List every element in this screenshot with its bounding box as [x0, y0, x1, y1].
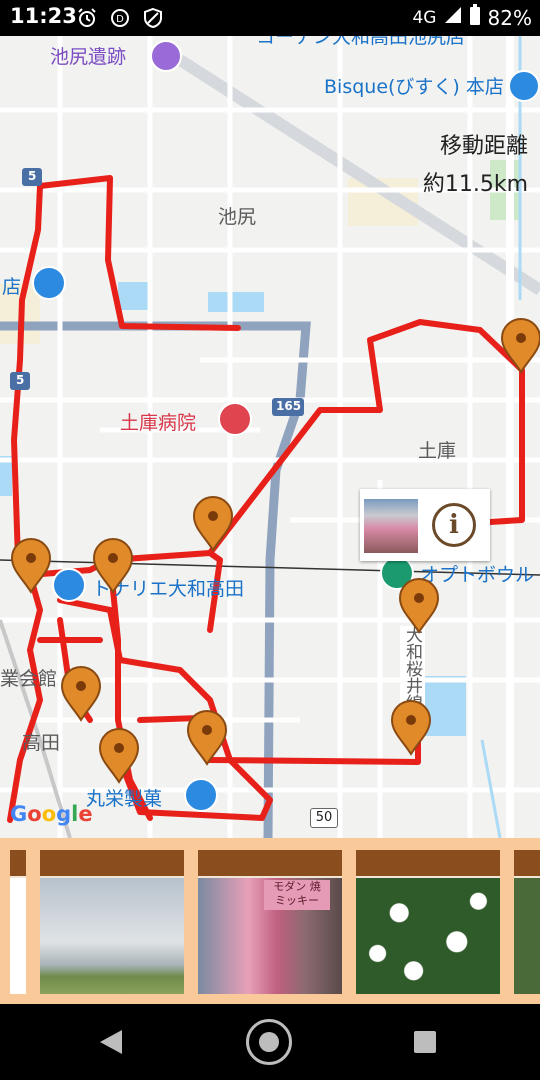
road-badge-5-mid: 5 [16, 373, 25, 387]
photo-marker[interactable] [60, 666, 102, 722]
photo-marker[interactable] [192, 496, 234, 552]
shop-icon [508, 70, 540, 102]
road-badge-5-top: 5 [28, 169, 37, 183]
poi-label-top-partial: コーナン大和高田池尻店 [256, 36, 466, 48]
info-icon[interactable]: i [432, 503, 476, 547]
google-logo: Google [10, 802, 93, 826]
sky-photo [40, 878, 184, 994]
back-icon[interactable] [100, 1030, 122, 1054]
place-label-ikejiri: 池尻 [218, 206, 257, 228]
distance-label: 移動距離 [439, 134, 528, 159]
photo-card-partial-left[interactable] [10, 850, 26, 994]
photo-card-flowers[interactable] [356, 850, 500, 994]
system-nav-bar [0, 1004, 540, 1080]
photo-marker[interactable] [98, 728, 140, 784]
photo-marker[interactable] [186, 710, 228, 766]
museum-icon [150, 40, 182, 72]
poi-label-bisque[interactable]: Bisque(びすく) 本店 [324, 72, 504, 99]
shop-photo: モダン 焼 ミッキー [198, 878, 342, 994]
photo-marker[interactable] [390, 700, 432, 756]
poi-label-ikejiri-iseki[interactable]: 池尻遺跡 [50, 42, 126, 69]
signal-icon [443, 5, 463, 30]
poi-label-kaikan[interactable]: 業会館 [0, 664, 57, 691]
photo-card-sky[interactable] [40, 850, 184, 994]
poi-label-tsuchiko-hospital[interactable]: 土庫病院 [120, 408, 196, 435]
data-saver-icon: D [109, 7, 131, 29]
distance-value: 約11.5km [422, 172, 528, 197]
road-badge-50: 50 [310, 808, 338, 828]
battery-icon [469, 4, 481, 31]
station-label-takada[interactable]: 高田 [22, 728, 60, 755]
home-icon[interactable] [246, 1019, 292, 1065]
status-time: 11:23 [10, 4, 77, 28]
status-right: 4G 82% [412, 4, 532, 31]
photo-card-partial-right[interactable] [514, 850, 540, 994]
photo-marker[interactable] [398, 578, 440, 634]
battery-level: 82% [487, 5, 532, 30]
marker-photo-thumbnail[interactable] [364, 499, 418, 553]
photo-marker[interactable] [500, 318, 540, 374]
svg-text:D: D [116, 14, 124, 25]
distance-panel: 移動距離 約11.5km [423, 128, 528, 204]
recent-apps-icon[interactable] [414, 1031, 436, 1053]
network-type: 4G [412, 7, 437, 28]
photo-marker[interactable] [10, 538, 52, 594]
shopping-bag-icon [32, 266, 66, 300]
road-badge-165: 165 [276, 399, 302, 413]
poi-label-maruei[interactable]: 丸栄製菓 [86, 784, 162, 811]
shopping-bag-icon [52, 568, 86, 602]
marker-info-window[interactable]: i [360, 489, 490, 561]
place-label-tsuchiko: 土庫 [418, 440, 457, 462]
alarm-icon [76, 7, 98, 29]
status-bar: 11:23 D 4G 82% [0, 0, 540, 36]
photo-strip[interactable]: モダン 焼 ミッキー [0, 838, 540, 1004]
flowers-photo [356, 878, 500, 994]
photo-card-shop[interactable]: モダン 焼 ミッキー [198, 850, 342, 994]
poi-label-store-partial[interactable]: 店 [2, 272, 21, 299]
shield-icon [142, 7, 164, 29]
status-icons: D [76, 7, 170, 29]
map-view[interactable]: 5 5 165 コーナン大和高田池尻店 池尻遺跡 Bisque(びすく) 本店 … [0, 36, 540, 838]
shop-sign: モダン 焼 ミッキー [264, 880, 330, 910]
shopping-bag-icon [184, 778, 218, 812]
line-label-sakurai: 大和桜井線 [400, 626, 425, 711]
photo-marker[interactable] [92, 538, 134, 594]
hospital-icon [218, 402, 252, 436]
